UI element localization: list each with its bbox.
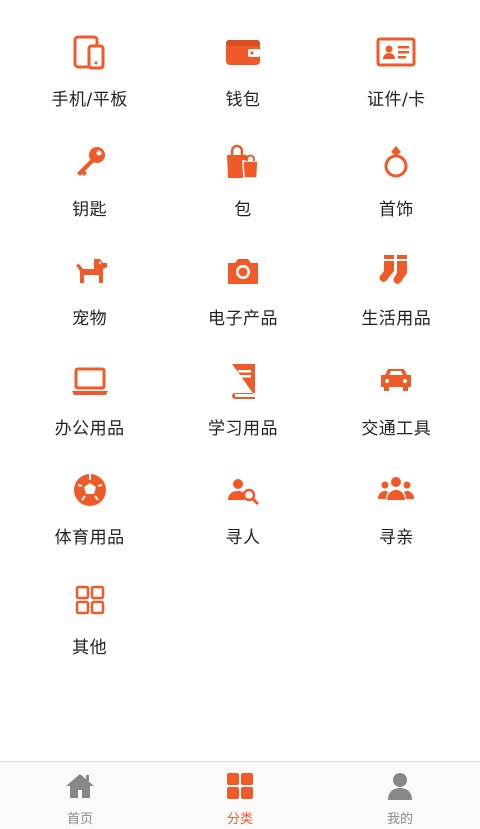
category-label: 学习用品: [207, 418, 278, 439]
category-label: 电子产品: [207, 309, 278, 330]
category-wallet[interactable]: 钱包: [166, 0, 319, 110]
category-label: 宠物: [72, 309, 108, 330]
car-icon: [376, 361, 416, 401]
category-label: 交通工具: [361, 418, 432, 439]
ring-icon: [376, 142, 416, 182]
category-label: 体育用品: [54, 528, 125, 549]
category-sports[interactable]: 体育用品: [13, 438, 166, 548]
grid-icon: [70, 580, 110, 620]
user-icon: [384, 770, 416, 802]
dog-icon: [70, 251, 110, 291]
tab-label: 我的: [386, 812, 413, 827]
category-label: 包: [234, 199, 252, 220]
home-icon: [64, 770, 96, 802]
category-grid: 手机/平板 钱包 证件/卡 钥匙 包 首饰 宠物 电子产品 生活用品 办公用品 …: [13, 0, 473, 658]
book-icon: [223, 361, 263, 401]
tab-label: 分类: [226, 812, 253, 827]
category-electronics[interactable]: 电子产品: [166, 219, 319, 329]
category-label: 其他: [72, 637, 108, 658]
category-grid-icon: [224, 770, 256, 802]
category-phone-tablet[interactable]: 手机/平板: [13, 0, 166, 110]
category-label: 钥匙: [72, 199, 108, 220]
category-label: 首饰: [378, 199, 414, 220]
bottom-tab-bar: 首页 分类 我的: [0, 761, 480, 829]
socks-icon: [376, 251, 416, 291]
category-other[interactable]: 其他: [13, 548, 166, 658]
person-search-icon: [223, 470, 263, 510]
category-label: 生活用品: [361, 309, 432, 330]
id-card-icon: [376, 32, 416, 72]
category-label: 寻亲: [378, 528, 414, 549]
soccer-ball-icon: [70, 470, 110, 510]
key-icon: [70, 142, 110, 182]
category-bag[interactable]: 包: [166, 110, 319, 220]
category-label: 寻人: [225, 528, 261, 549]
wallet-icon: [223, 32, 263, 72]
shopping-bag-icon: [223, 142, 263, 182]
category-pet[interactable]: 宠物: [13, 219, 166, 329]
category-key[interactable]: 钥匙: [13, 110, 166, 220]
category-daily-goods[interactable]: 生活用品: [320, 219, 473, 329]
tablet-phone-icon: [70, 32, 110, 72]
category-label: 证件/卡: [366, 90, 426, 110]
tab-home[interactable]: 首页: [0, 762, 160, 829]
tab-profile[interactable]: 我的: [320, 762, 480, 829]
category-label: 钱包: [225, 90, 261, 110]
group-icon: [376, 470, 416, 510]
tab-category[interactable]: 分类: [160, 762, 320, 829]
category-label: 办公用品: [54, 418, 125, 439]
tab-label: 首页: [66, 812, 93, 827]
camera-icon: [223, 251, 263, 291]
category-vehicle[interactable]: 交通工具: [320, 329, 473, 439]
laptop-icon: [70, 361, 110, 401]
category-label: 手机/平板: [51, 90, 128, 110]
category-find-person[interactable]: 寻人: [166, 438, 319, 548]
category-jewelry[interactable]: 首饰: [320, 110, 473, 220]
category-id-card[interactable]: 证件/卡: [320, 0, 473, 110]
category-study[interactable]: 学习用品: [166, 329, 319, 439]
category-office[interactable]: 办公用品: [13, 329, 166, 439]
category-find-family[interactable]: 寻亲: [320, 438, 473, 548]
